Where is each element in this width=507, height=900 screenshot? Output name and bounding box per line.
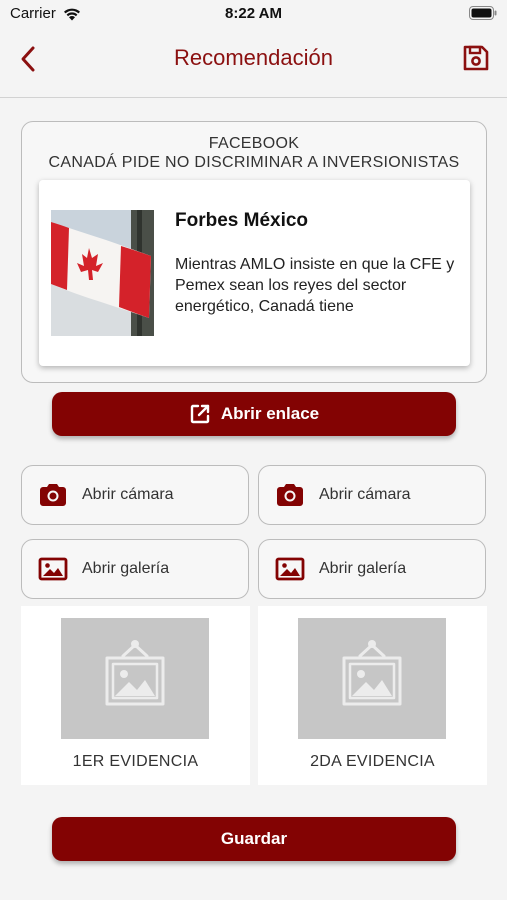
image-icon <box>38 557 68 581</box>
camera-icon <box>277 484 303 506</box>
open-gallery-label-2: Abrir galería <box>319 560 407 577</box>
save-button[interactable]: Guardar <box>52 817 456 861</box>
status-bar: Carrier 8:22 AM <box>0 0 507 28</box>
open-camera-button-2[interactable]: Abrir cámara <box>258 465 486 525</box>
image-placeholder-icon <box>342 640 402 706</box>
preview-publisher: Forbes México <box>175 210 309 231</box>
open-gallery-label-1: Abrir galería <box>82 560 170 577</box>
evidence-image-placeholder <box>298 618 446 739</box>
save-button-label: Guardar <box>220 829 288 848</box>
status-time: 8:22 AM <box>225 5 282 22</box>
canada-flag-thumbnail <box>51 210 154 336</box>
open-camera-button-1[interactable]: Abrir cámara <box>21 465 249 525</box>
open-link-button[interactable]: Abrir enlace <box>52 392 456 436</box>
image-icon <box>275 557 305 581</box>
page-title: Recomendación <box>174 45 333 70</box>
nav-bar: Recomendación <box>0 28 507 98</box>
evidence-image-placeholder <box>61 618 209 739</box>
open-link-label: Abrir enlace <box>220 404 320 423</box>
link-preview[interactable]: Forbes México Mientras AMLO insiste en q… <box>39 180 470 366</box>
post-card: FACEBOOK CANADÁ PIDE NO DISCRIMINAR A IN… <box>21 121 487 383</box>
open-camera-label-2: Abrir cámara <box>319 486 411 503</box>
post-source: FACEBOOK <box>208 135 300 152</box>
open-camera-label-1: Abrir cámara <box>82 486 174 503</box>
external-link-icon <box>190 404 210 424</box>
image-placeholder-icon <box>105 640 165 706</box>
evidence-label-1: 1ER EVIDENCIA <box>72 753 199 770</box>
camera-icon <box>40 484 66 506</box>
save-disk-icon[interactable] <box>461 43 491 73</box>
open-gallery-button-2[interactable]: Abrir galería <box>258 539 486 599</box>
preview-description: Mientras AMLO insiste en que la CFE y Pe… <box>175 256 455 315</box>
open-gallery-button-1[interactable]: Abrir galería <box>21 539 249 599</box>
evidence-slot-1[interactable]: 1ER EVIDENCIA <box>21 606 250 785</box>
evidence-slot-2[interactable]: 2DA EVIDENCIA <box>258 606 487 785</box>
battery-icon <box>469 6 497 20</box>
evidence-label-2: 2DA EVIDENCIA <box>310 753 435 770</box>
post-headline: CANADÁ PIDE NO DISCRIMINAR A INVERSIONIS… <box>48 154 460 171</box>
